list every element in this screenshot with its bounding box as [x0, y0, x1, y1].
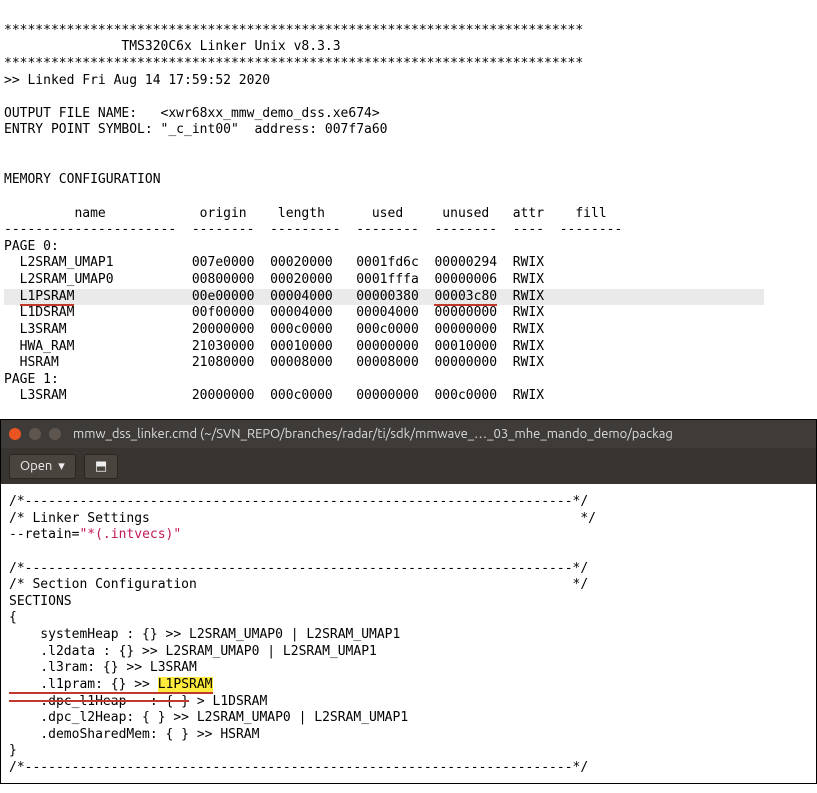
sep-line-1: /*--------------------------------------…	[9, 494, 588, 509]
window-controls	[9, 428, 61, 440]
sec-line-demoshared: .demoSharedMem: { } >> HSRAM	[9, 727, 259, 742]
minimize-icon[interactable]	[29, 428, 41, 440]
new-tab-icon: ⬒	[95, 459, 107, 474]
open-button-label: Open	[20, 459, 52, 473]
editor-window: mmw_dss_linker.cmd (~/SVN_REPO/branches/…	[0, 419, 817, 784]
sep-line-3: /*--------------------------------------…	[9, 760, 588, 775]
sep-line-2: /*--------------------------------------…	[9, 561, 588, 576]
table-row: L3SRAM 20000000 000c0000 00000000 000c00…	[4, 388, 544, 403]
linked-line: >> Linked Fri Aug 14 17:59:52 2020	[4, 73, 270, 88]
open-button[interactable]: Open ▾	[9, 454, 76, 479]
brace-close: }	[9, 743, 17, 758]
table-row: HWA_RAM 21030000 00010000 00000000 00010…	[4, 339, 544, 354]
retain-prefix: --retain=	[9, 527, 79, 542]
memory-config-header: MEMORY CONFIGURATION	[4, 172, 161, 187]
entry-point-line: ENTRY POINT SYMBOL: "_c_int00" address: …	[4, 122, 388, 137]
chevron-down-icon: ▾	[58, 459, 65, 474]
sec-line-l1pram-prefix: .l1pram: {} >>	[9, 677, 158, 694]
close-icon[interactable]	[9, 428, 21, 440]
page-1-rows: L3SRAM 20000000 000c0000 00000000 000c00…	[4, 388, 544, 403]
sec-line-dpcl2heap: .dpc_l2Heap: { } >> L2SRAM_UMAP0 | L2SRA…	[9, 710, 408, 725]
sec-line-l1pram-target: L1PSRAM	[158, 677, 213, 694]
retain-value: "*(.intvecs)"	[79, 527, 181, 542]
star-line-2: ****************************************…	[4, 56, 583, 71]
linker-title: TMS320C6x Linker Unix v8.3.3	[4, 39, 341, 54]
star-line-1: ****************************************…	[4, 23, 583, 38]
output-file-line: OUTPUT FILE NAME: <xwr68xx_mmw_demo_dss.…	[4, 106, 380, 121]
linker-output: ****************************************…	[0, 0, 817, 419]
section-config-comment: /* Section Configuration */	[9, 577, 588, 592]
page-0-label: PAGE 0:	[4, 239, 59, 254]
page-0-rows: L2SRAM_UMAP1 007e0000 00020000 0001fd6c …	[4, 255, 764, 370]
page-1-label: PAGE 1:	[4, 372, 59, 387]
maximize-icon[interactable]	[49, 428, 61, 440]
editor-toolbar: Open ▾ ⬒	[1, 448, 816, 484]
table-row: L1PSRAM 00e00000 00004000 00000380 00003…	[4, 289, 764, 306]
editor-body[interactable]: /*--------------------------------------…	[1, 484, 816, 783]
window-title: mmw_dss_linker.cmd (~/SVN_REPO/branches/…	[73, 427, 673, 441]
sec-line-systemheap: systemHeap : {} >> L2SRAM_UMAP0 | L2SRAM…	[9, 627, 400, 642]
sec-line-dpcl1heap-strike: .dpc_l1Heap : { }	[9, 694, 189, 709]
table-row: HSRAM 21080000 00008000 00008000 0000000…	[4, 355, 544, 370]
sec-line-l2data: .l2data : {} >> L2SRAM_UMAP0 | L2SRAM_UM…	[9, 644, 377, 659]
table-row: L3SRAM 20000000 000c0000 000c0000 000000…	[4, 322, 544, 337]
linker-settings-comment: /* Linker Settings */	[9, 511, 596, 526]
sec-line-dpcl1heap-rest: > L1DSRAM	[189, 694, 267, 709]
new-tab-button[interactable]: ⬒	[84, 454, 118, 479]
table-row: L2SRAM_UMAP0 00800000 00020000 0001fffa …	[4, 272, 544, 287]
dash-line: ---------------------- -------- --------…	[4, 222, 622, 237]
titlebar[interactable]: mmw_dss_linker.cmd (~/SVN_REPO/branches/…	[1, 420, 816, 448]
sec-line-l3ram: .l3ram: {} >> L3SRAM	[9, 660, 197, 675]
table-row: L2SRAM_UMAP1 007e0000 00020000 0001fd6c …	[4, 255, 544, 270]
column-header: name origin length used unused attr fill	[4, 206, 607, 221]
table-row: L1DSRAM 00f00000 00004000 00004000 00000…	[4, 305, 544, 320]
sections-keyword: SECTIONS	[9, 594, 72, 609]
brace-open: {	[9, 610, 17, 625]
